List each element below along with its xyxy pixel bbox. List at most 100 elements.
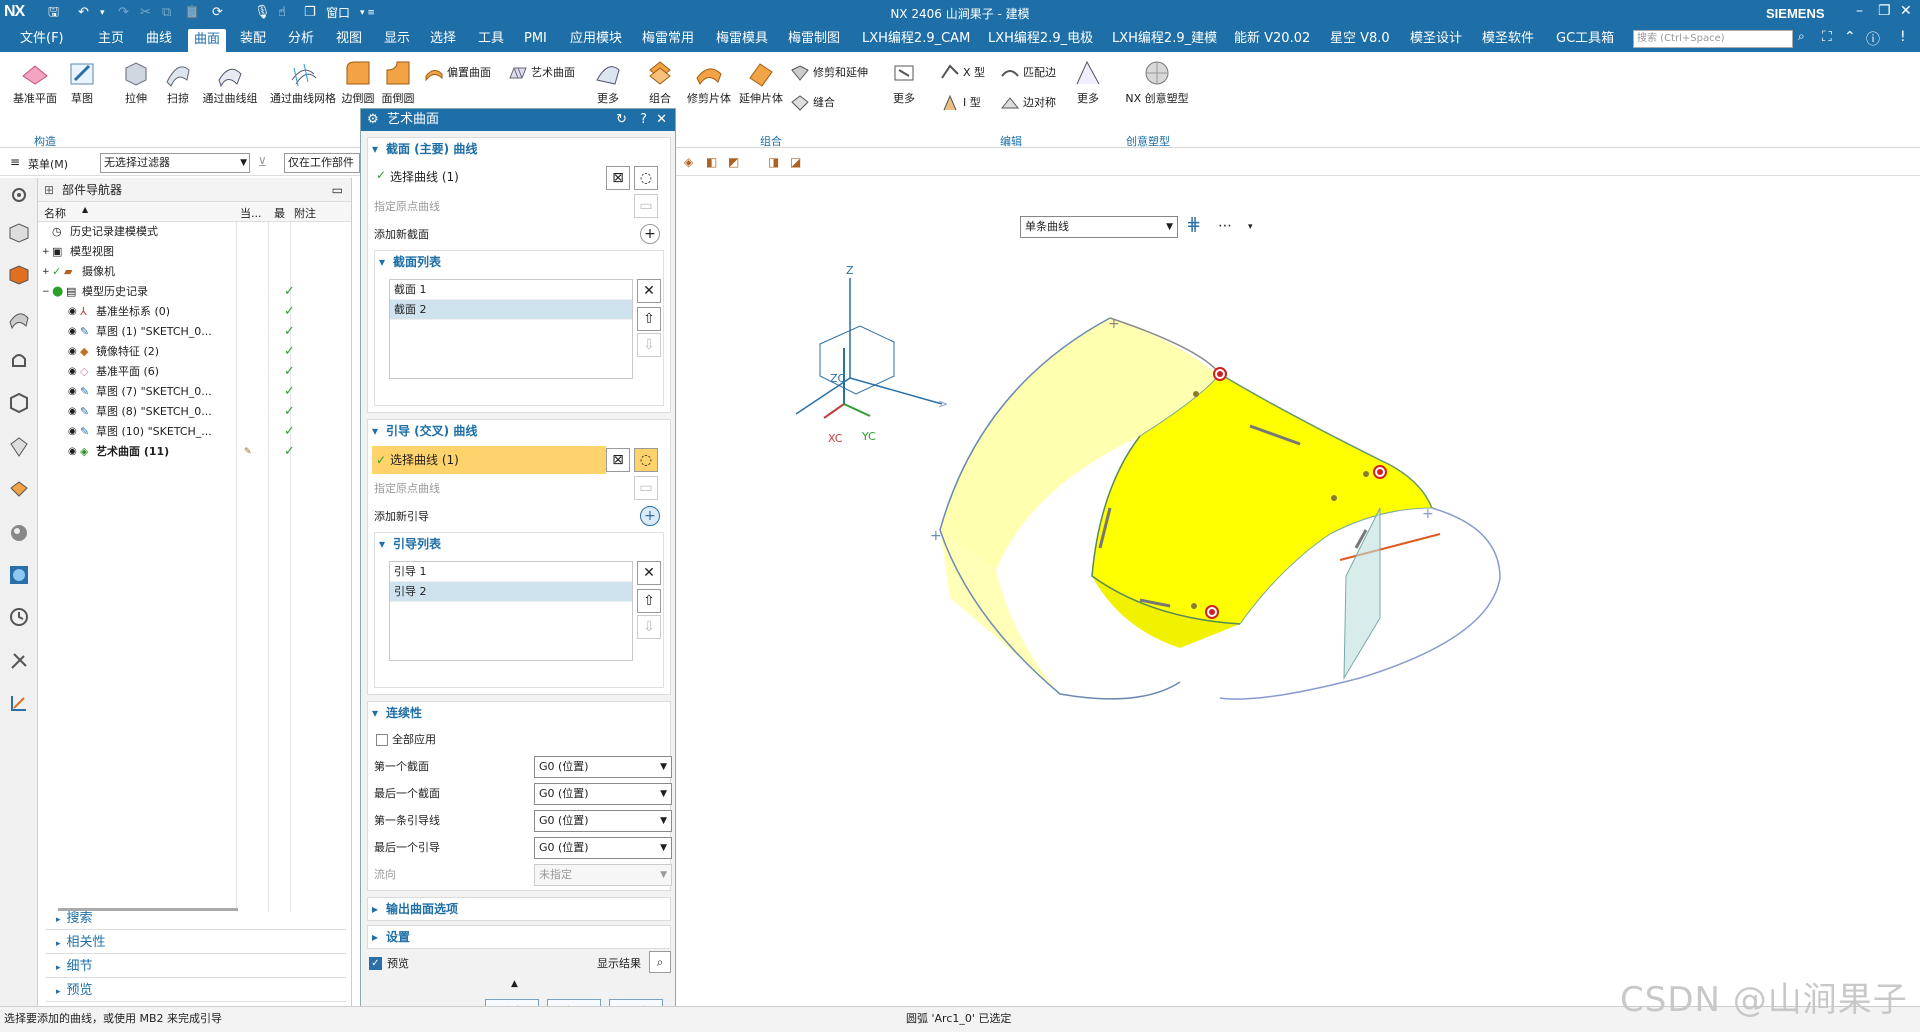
- section-curves-header[interactable]: 截面 (主要) 曲线: [368, 138, 670, 160]
- tab-select[interactable]: 选择: [430, 30, 456, 48]
- tab-meilei-common[interactable]: 梅雷常用: [642, 30, 694, 48]
- guide-list-header[interactable]: 引导列表: [375, 533, 663, 555]
- tab-mosheng-design[interactable]: 模圣设计: [1410, 30, 1462, 48]
- more-edit-button[interactable]: 更多: [1068, 58, 1108, 106]
- sort-up-icon[interactable]: ▲: [82, 205, 88, 214]
- list-item[interactable]: 引导 2: [390, 582, 632, 602]
- tab-applications[interactable]: 应用模块: [570, 30, 622, 48]
- tab-xingkong[interactable]: 星空 V8.0: [1330, 30, 1390, 48]
- tab-lxh-cam[interactable]: LXH编程2.9_CAM: [862, 30, 970, 48]
- web-browser-icon[interactable]: [6, 476, 32, 502]
- last-section-select[interactable]: G0 (位置) ▼: [534, 783, 672, 805]
- constraint-navigator-icon[interactable]: [6, 262, 32, 288]
- scope-select[interactable]: 仅在工作部件: [284, 153, 360, 173]
- edge-blend-button[interactable]: 边倒圆: [338, 58, 378, 106]
- help-icon[interactable]: ⓘ: [1866, 29, 1880, 49]
- tree-row-history-mode[interactable]: ◷ 历史记录建模模式: [38, 222, 351, 242]
- curve-select-icon[interactable]: ◌: [634, 166, 658, 190]
- accordion-dependencies[interactable]: ▸ 相关性: [46, 932, 346, 954]
- through-curves-button[interactable]: 通过曲线组: [198, 58, 262, 106]
- tab-meilei-drawing[interactable]: 梅雷制图: [788, 30, 840, 48]
- reset-icon[interactable]: ↻: [616, 109, 627, 131]
- visibility-eye-icon[interactable]: ◉: [68, 362, 77, 382]
- maximize-panel-icon[interactable]: ▭: [332, 178, 343, 202]
- history-clock-icon[interactable]: [6, 604, 32, 630]
- extend-sheet-button[interactable]: 延伸片体: [736, 58, 786, 106]
- list-item[interactable]: 引导 1: [390, 562, 632, 582]
- show-result-search-icon[interactable]: ⌕: [649, 951, 671, 973]
- file-menu[interactable]: 文件(F): [20, 30, 64, 48]
- reuse-library-icon[interactable]: [6, 390, 32, 416]
- tools-wrench-icon[interactable]: [6, 648, 32, 674]
- tab-assembly[interactable]: 装配: [240, 30, 266, 48]
- tree-row-model-history[interactable]: − ● ▤ 模型历史记录 ✓: [38, 282, 351, 302]
- datum-plane-button[interactable]: 基准平面: [8, 58, 62, 106]
- tree-row-mirror-feature[interactable]: ◉ ◆ 镜像特征 (2) ✓: [38, 342, 351, 362]
- collapse-dialog-icon[interactable]: ▲: [511, 979, 518, 989]
- history-palette-icon[interactable]: [6, 520, 32, 546]
- through-curve-mesh-button[interactable]: 通过曲线网格: [266, 58, 340, 106]
- column-latest[interactable]: 最: [274, 205, 285, 221]
- process-studio-icon[interactable]: [6, 562, 32, 588]
- part-navigator-icon[interactable]: [6, 304, 32, 330]
- tab-meilei-mold[interactable]: 梅雷模具: [716, 30, 768, 48]
- select-face-icon[interactable]: ◨: [768, 155, 779, 169]
- continuity-header[interactable]: 连续性: [368, 702, 670, 724]
- combine-button[interactable]: 组合: [640, 58, 680, 106]
- model-canvas[interactable]: Z ZC XC YC + + + >: [680, 178, 1920, 1006]
- accordion-search[interactable]: ▸ 搜索: [46, 908, 346, 930]
- accordion-details[interactable]: ▸ 细节: [46, 956, 346, 978]
- sew-button[interactable]: 缝合: [790, 92, 835, 114]
- tab-lxh-electrode[interactable]: LXH编程2.9_电极: [988, 30, 1093, 48]
- menu-icon[interactable]: ≡: [10, 155, 20, 169]
- chevron-down-icon[interactable]: ▾: [1248, 222, 1253, 232]
- hd3d-tools-icon[interactable]: [6, 434, 32, 460]
- expand-icon[interactable]: +: [42, 242, 50, 262]
- snap-body-icon[interactable]: ◧: [706, 155, 717, 169]
- remove-selection-icon[interactable]: ⊠: [606, 166, 630, 190]
- add-guide-icon[interactable]: +: [640, 506, 660, 526]
- apply-all-checkbox[interactable]: [376, 734, 388, 746]
- tab-pmi[interactable]: PMI: [524, 30, 547, 48]
- minimize-icon[interactable]: –: [1856, 3, 1863, 19]
- tab-nengxin[interactable]: 能新 V20.02: [1234, 30, 1310, 48]
- sketch-button[interactable]: 草图: [62, 58, 102, 106]
- gear-icon[interactable]: ⚙: [367, 109, 379, 131]
- visibility-eye-icon[interactable]: ◉: [68, 342, 77, 362]
- intersection-icon[interactable]: ⋕: [1186, 214, 1201, 235]
- tab-view[interactable]: 视图: [336, 30, 362, 48]
- expand-icon[interactable]: +: [42, 262, 50, 282]
- settings-icon[interactable]: [6, 182, 32, 208]
- search-icon[interactable]: ⌕: [1798, 29, 1805, 44]
- type-filter-select[interactable]: 无选择过滤器 ▼: [100, 153, 250, 173]
- tab-mosheng-software[interactable]: 模圣软件: [1482, 30, 1534, 48]
- list-item[interactable]: 截面 2: [390, 300, 632, 320]
- fullscreen-icon[interactable]: ⛶: [1822, 29, 1832, 45]
- tree-row-sketch-7[interactable]: ◉ ✎ 草图 (7) "SKETCH_0... ✓: [38, 382, 351, 402]
- section-select-curve[interactable]: 选择曲线 (1): [390, 168, 459, 186]
- remove-selection-icon[interactable]: ⊠: [606, 448, 630, 472]
- tree-row-datum-plane[interactable]: ◉ ◇ 基准平面 (6) ✓: [38, 362, 351, 382]
- column-name[interactable]: 名称: [44, 205, 66, 221]
- face-blend-button[interactable]: 面倒圆: [378, 58, 418, 106]
- alerts-bell-icon[interactable]: [6, 348, 32, 374]
- tab-tools[interactable]: 工具: [478, 30, 504, 48]
- delete-icon[interactable]: ✕: [637, 279, 661, 303]
- visibility-eye-icon[interactable]: ◉: [68, 302, 77, 322]
- tab-surface[interactable]: 曲面: [188, 29, 227, 52]
- tree-row-sketch-10[interactable]: ◉ ✎ 草图 (10) "SKETCH_... ✓: [38, 422, 351, 442]
- graphics-window[interactable]: Z ZC XC YC + + + > 单条曲线 ▼ ⋕ ⋯ ▾: [680, 178, 1920, 1006]
- first-section-select[interactable]: G0 (位置) ▼: [534, 756, 672, 778]
- tab-home[interactable]: 主页: [98, 30, 124, 48]
- collapse-ribbon-icon[interactable]: ⌃: [1844, 29, 1856, 45]
- tab-lxh-modeling[interactable]: LXH编程2.9_建模: [1112, 30, 1217, 48]
- accordion-preview[interactable]: ▸ 预览: [46, 980, 346, 1002]
- main-menu-button[interactable]: 菜单(M): [28, 156, 68, 172]
- tree-row-model-views[interactable]: + ▣ 模型视图: [38, 242, 351, 262]
- collapse-icon[interactable]: −: [42, 282, 50, 302]
- trim-extend-button[interactable]: 修剪和延伸: [790, 62, 868, 84]
- add-section-icon[interactable]: +: [640, 224, 660, 244]
- visibility-eye-icon[interactable]: ◉: [68, 322, 77, 342]
- alert-icon[interactable]: !: [1900, 29, 1906, 45]
- tree-row-sketch-1[interactable]: ◉ ✎ 草图 (1) "SKETCH_0... ✓: [38, 322, 351, 342]
